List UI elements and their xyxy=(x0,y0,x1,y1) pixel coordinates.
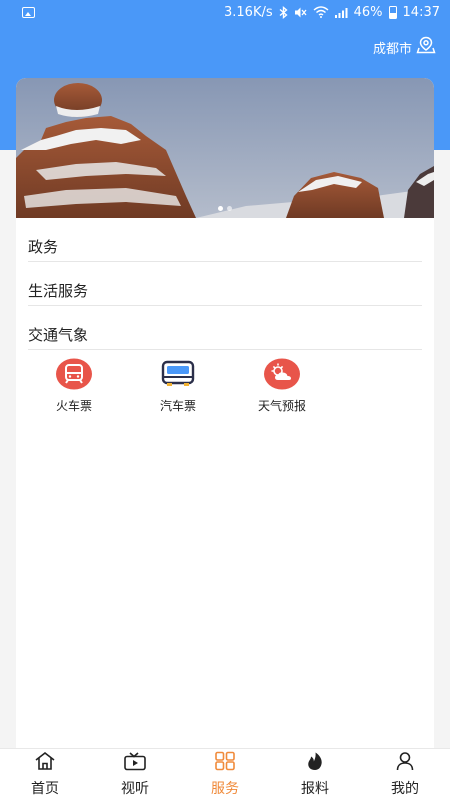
tab-label: 首页 xyxy=(31,781,59,797)
status-bar: 3.16K/s 46% 14:37 xyxy=(0,0,450,24)
service-label: 汽车票 xyxy=(159,399,196,413)
section-title: 交通气象 xyxy=(28,326,89,344)
tab-home[interactable]: 首页 xyxy=(0,751,90,798)
tab-label: 服务 xyxy=(211,781,239,797)
section-transport-weather: 交通气象 xyxy=(28,316,422,350)
fire-icon xyxy=(304,751,326,775)
carousel-dot[interactable] xyxy=(218,206,223,211)
banner-carousel[interactable] xyxy=(16,78,434,218)
weather-icon xyxy=(264,358,300,390)
network-speed: 3.16K/s xyxy=(224,4,273,20)
service-card: 政务 生活服务 交通气象 火车票 汽车票 天气预报 xyxy=(16,78,434,758)
carousel-dot[interactable] xyxy=(227,206,232,211)
tab-services[interactable]: 服务 xyxy=(180,751,270,798)
carousel-indicator xyxy=(16,206,434,211)
battery-icon xyxy=(388,5,397,19)
grid-icon xyxy=(214,751,236,775)
location-pin-icon xyxy=(416,36,436,58)
clock: 14:37 xyxy=(402,4,440,20)
service-label: 火车票 xyxy=(55,399,92,413)
tab-audio-video[interactable]: 视听 xyxy=(90,751,180,798)
service-train-ticket[interactable]: 火车票 xyxy=(22,358,126,414)
wifi-icon xyxy=(313,6,329,18)
tab-profile[interactable]: 我的 xyxy=(360,751,450,798)
city-name: 成都市 xyxy=(372,41,412,57)
mute-icon xyxy=(294,6,307,19)
tv-icon xyxy=(123,751,147,775)
bus-icon xyxy=(160,358,196,390)
service-bus-ticket[interactable]: 汽车票 xyxy=(126,358,230,414)
banner-image xyxy=(16,78,434,218)
tab-label: 报料 xyxy=(301,781,329,797)
train-icon xyxy=(56,358,92,390)
section-life-services: 生活服务 xyxy=(28,272,422,306)
section-title: 政务 xyxy=(28,238,59,256)
transport-service-grid: 火车票 汽车票 天气预报 xyxy=(16,358,434,414)
battery-percent: 46% xyxy=(353,4,383,20)
bluetooth-icon xyxy=(279,5,288,19)
home-icon xyxy=(34,751,56,775)
image-notification-icon xyxy=(22,6,35,18)
section-government: 政务 xyxy=(28,228,422,262)
location-selector[interactable]: 成都市 xyxy=(373,36,436,58)
service-label: 天气预报 xyxy=(257,399,306,413)
signal-icon xyxy=(334,7,348,18)
service-weather-forecast[interactable]: 天气预报 xyxy=(230,358,334,414)
bottom-tab-bar: 首页 视听 服务 报料 我的 xyxy=(0,748,450,800)
section-title: 生活服务 xyxy=(28,282,89,300)
user-icon xyxy=(394,751,416,775)
tab-tip-off[interactable]: 报料 xyxy=(270,751,360,798)
tab-label: 视听 xyxy=(121,781,149,797)
tab-label: 我的 xyxy=(391,781,419,797)
